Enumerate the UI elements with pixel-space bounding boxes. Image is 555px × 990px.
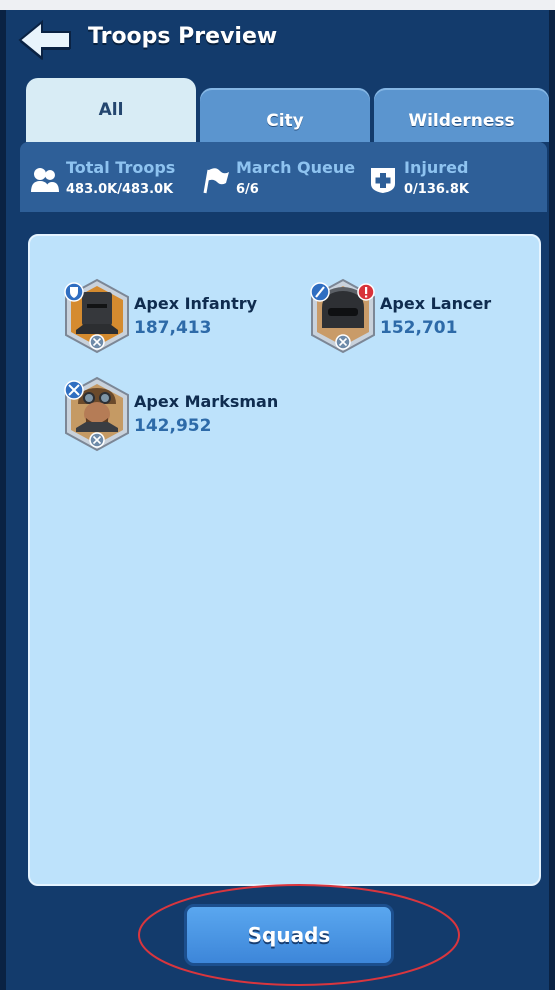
- flag-icon: [203, 168, 229, 194]
- marksman-portrait-icon: [64, 376, 129, 452]
- troop-item[interactable]: Apex Marksman 142,952: [62, 376, 292, 456]
- troop-list: Apex Infantry 187,413 Apex Lancer 152,70…: [28, 234, 541, 886]
- back-button[interactable]: [16, 18, 76, 62]
- tab-all-label: All: [98, 100, 124, 120]
- lance-badge-icon: [310, 282, 330, 302]
- troop-count: 187,413: [134, 318, 212, 338]
- stat-label: Injured: [404, 158, 469, 177]
- stats-bar: Total Troops 483.0K/483.0K March Queue 6…: [20, 142, 547, 212]
- header: Troops Preview: [6, 10, 549, 72]
- troops-preview-window: Troops Preview All City Wilderness Total…: [0, 10, 555, 990]
- stat-value: 0/136.8K: [404, 182, 469, 197]
- troop-name: Apex Marksman: [134, 392, 279, 411]
- stat-label: March Queue: [236, 158, 356, 177]
- troop-item[interactable]: Apex Infantry 187,413: [62, 278, 292, 358]
- tab-city[interactable]: City: [200, 88, 370, 142]
- tab-city-label: City: [266, 111, 304, 131]
- tab-wilderness-label: Wilderness: [408, 111, 515, 131]
- lancer-portrait-icon: [310, 278, 375, 354]
- medical-cross-icon: [371, 168, 395, 193]
- squads-button[interactable]: Squads: [184, 904, 394, 966]
- alert-badge-icon: [357, 283, 375, 301]
- stat-value: 483.0K/483.0K: [66, 182, 174, 197]
- page-title: Troops Preview: [88, 24, 278, 49]
- stat-label: Total Troops: [66, 158, 176, 177]
- tab-all[interactable]: All: [26, 78, 196, 142]
- troop-count: 152,701: [380, 318, 458, 338]
- troop-name: Apex Infantry: [134, 294, 258, 313]
- crossbow-badge-icon: [64, 380, 84, 400]
- tab-wilderness[interactable]: Wilderness: [374, 88, 549, 142]
- infantry-portrait-icon: [64, 278, 129, 354]
- shield-badge-icon: [64, 282, 84, 302]
- stat-value: 6/6: [236, 182, 259, 197]
- tab-bar: All City Wilderness: [6, 78, 549, 142]
- troop-item[interactable]: Apex Lancer 152,701: [308, 278, 538, 358]
- squads-area: Squads: [136, 878, 466, 988]
- troops-icon: [31, 168, 59, 192]
- squads-button-label: Squads: [247, 923, 331, 947]
- top-strip: [0, 0, 555, 10]
- troop-count: 142,952: [134, 416, 212, 436]
- troop-name: Apex Lancer: [380, 294, 492, 313]
- back-arrow-icon: [18, 19, 71, 61]
